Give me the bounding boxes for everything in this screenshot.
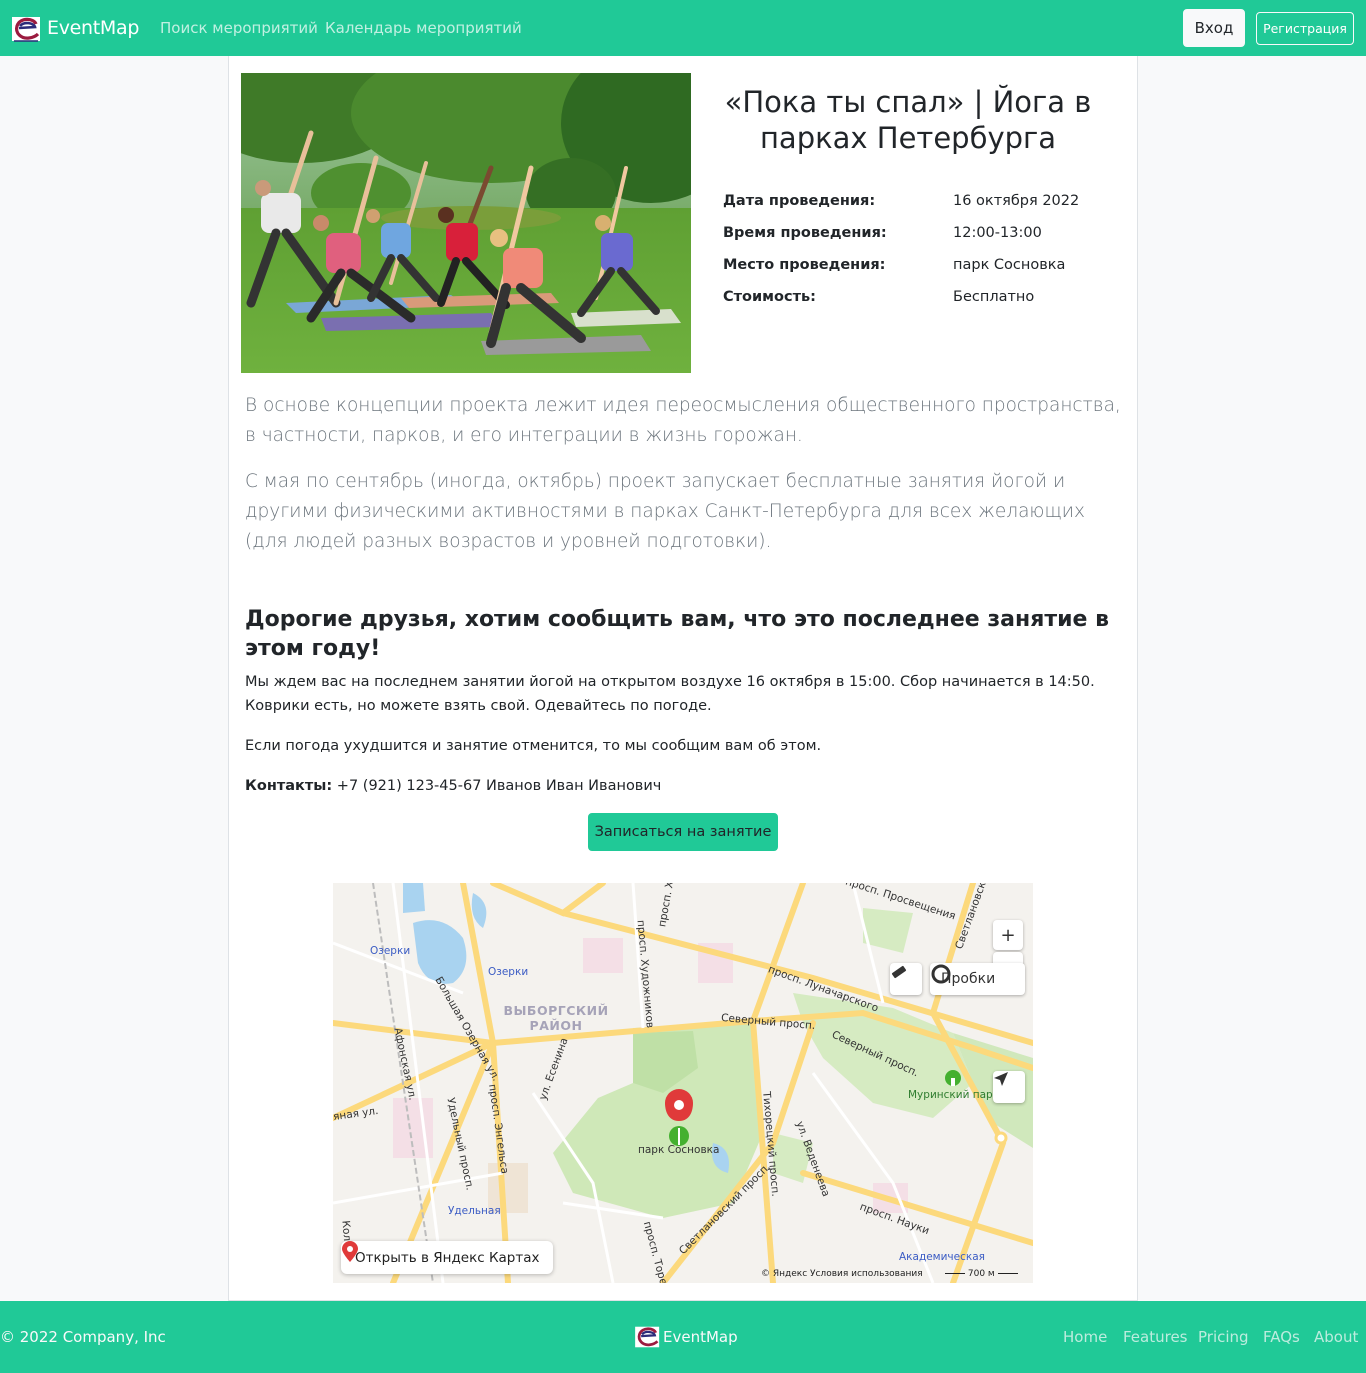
info-value-price: Бесплатно (953, 289, 1035, 305)
map-canvas (333, 883, 1033, 1283)
ruler-icon[interactable] (890, 963, 922, 995)
event-title: «Пока ты спал» | Йога в парках Петербург… (724, 85, 1092, 155)
footer-link-about[interactable]: About (1314, 1328, 1358, 1346)
yandex-map[interactable]: ВЫБОРГСКИЙ РАЙОН Озерки Озерки Удельная … (333, 883, 1033, 1283)
footer-logo-icon (635, 1326, 660, 1348)
top-navbar: EventMap Поиск мероприятий Календарь мер… (0, 0, 1366, 56)
map-district-label: ВЫБОРГСКИЙ РАЙОН (501, 1003, 611, 1033)
footer-link-pricing[interactable]: Pricing (1198, 1328, 1249, 1346)
contacts-value: +7 (921) 123-45-67 Иванов Иван Иванович (332, 778, 662, 794)
info-label-date: Дата проведения: (723, 193, 876, 209)
zoom-in-button[interactable]: + (993, 920, 1023, 950)
register-button[interactable]: Регистрация (1256, 12, 1354, 45)
footer-link-faqs[interactable]: FAQs (1263, 1328, 1300, 1346)
footer: © 2022 Company, Inc EventMap Home Featur… (0, 1301, 1366, 1373)
info-label-price: Стоимость: (723, 289, 816, 305)
info-label-time: Время проведения: (723, 225, 887, 241)
notice-paragraph-2: Если погода ухудшится и занятие отменитс… (245, 738, 822, 754)
map-label-ozerki-1: Озерки (370, 945, 411, 957)
map-scale-label: 700 м (967, 1269, 995, 1279)
footer-link-features[interactable]: Features (1123, 1328, 1188, 1346)
contacts-label: Контакты: (245, 778, 333, 794)
event-photo (241, 73, 691, 373)
map-label-akadem: Академическая (899, 1251, 985, 1263)
info-value-time: 12:00-13:00 (953, 225, 1042, 241)
map-label-park: парк Сосновка (638, 1144, 720, 1156)
brand-name: EventMap (47, 17, 140, 39)
description-paragraph-2: С мая по сентябрь (иногда, октябрь) прое… (245, 471, 1085, 552)
signup-button[interactable]: Записаться на занятие (588, 813, 778, 851)
geolocation-button[interactable] (993, 1071, 1025, 1103)
traffic-button[interactable]: Пробки (930, 963, 1025, 995)
map-label-ozerki-2: Озерки (488, 966, 529, 978)
footer-brand-link[interactable]: EventMap (633, 1325, 738, 1349)
map-scale: 700 м (945, 1269, 1018, 1279)
notice-paragraph-1: Мы ждем вас на последнем занятии йогой н… (245, 674, 1095, 714)
open-in-yandex-label: Открыть в Яндекс Картах (355, 1249, 540, 1266)
nav-link-search-events[interactable]: Поиск мероприятий (160, 19, 318, 37)
info-value-place: парк Сосновка (953, 257, 1066, 273)
location-arrow-icon (994, 1072, 1008, 1086)
info-value-date: 16 октября 2022 (953, 193, 1080, 209)
traffic-icon (931, 964, 951, 984)
description-paragraph-1: В основе концепции проекта лежит идея пе… (245, 395, 1121, 446)
map-district-line1: ВЫБОРГСКИЙ (503, 1003, 609, 1018)
nav-link-events-calendar[interactable]: Календарь мероприятий (325, 19, 522, 37)
footer-brand-name: EventMap (663, 1328, 738, 1346)
notice-heading: Дорогие друзья, хотим сообщить вам, что … (245, 607, 1109, 661)
open-in-yandex-maps-button[interactable]: Открыть в Яндекс Картах (341, 1241, 553, 1274)
map-label-udelnaya: Удельная (448, 1205, 501, 1217)
map-district-line2: РАЙОН (529, 1018, 583, 1033)
info-label-place: Место проведения: (723, 257, 886, 273)
brand-link[interactable]: EventMap (12, 12, 139, 44)
eventmap-logo-icon (12, 15, 42, 42)
footer-copyright: © 2022 Company, Inc (0, 1328, 166, 1346)
login-button[interactable]: Вход (1183, 9, 1245, 47)
footer-link-home[interactable]: Home (1063, 1328, 1107, 1346)
map-copyright[interactable]: © Яндекс Условия использования (761, 1269, 923, 1279)
map-label-murinsky: Муринский парк (908, 1089, 1000, 1101)
map-pin-icon (342, 1241, 358, 1262)
contacts-line: Контакты: +7 (921) 123-45-67 Иванов Иван… (245, 774, 1130, 798)
